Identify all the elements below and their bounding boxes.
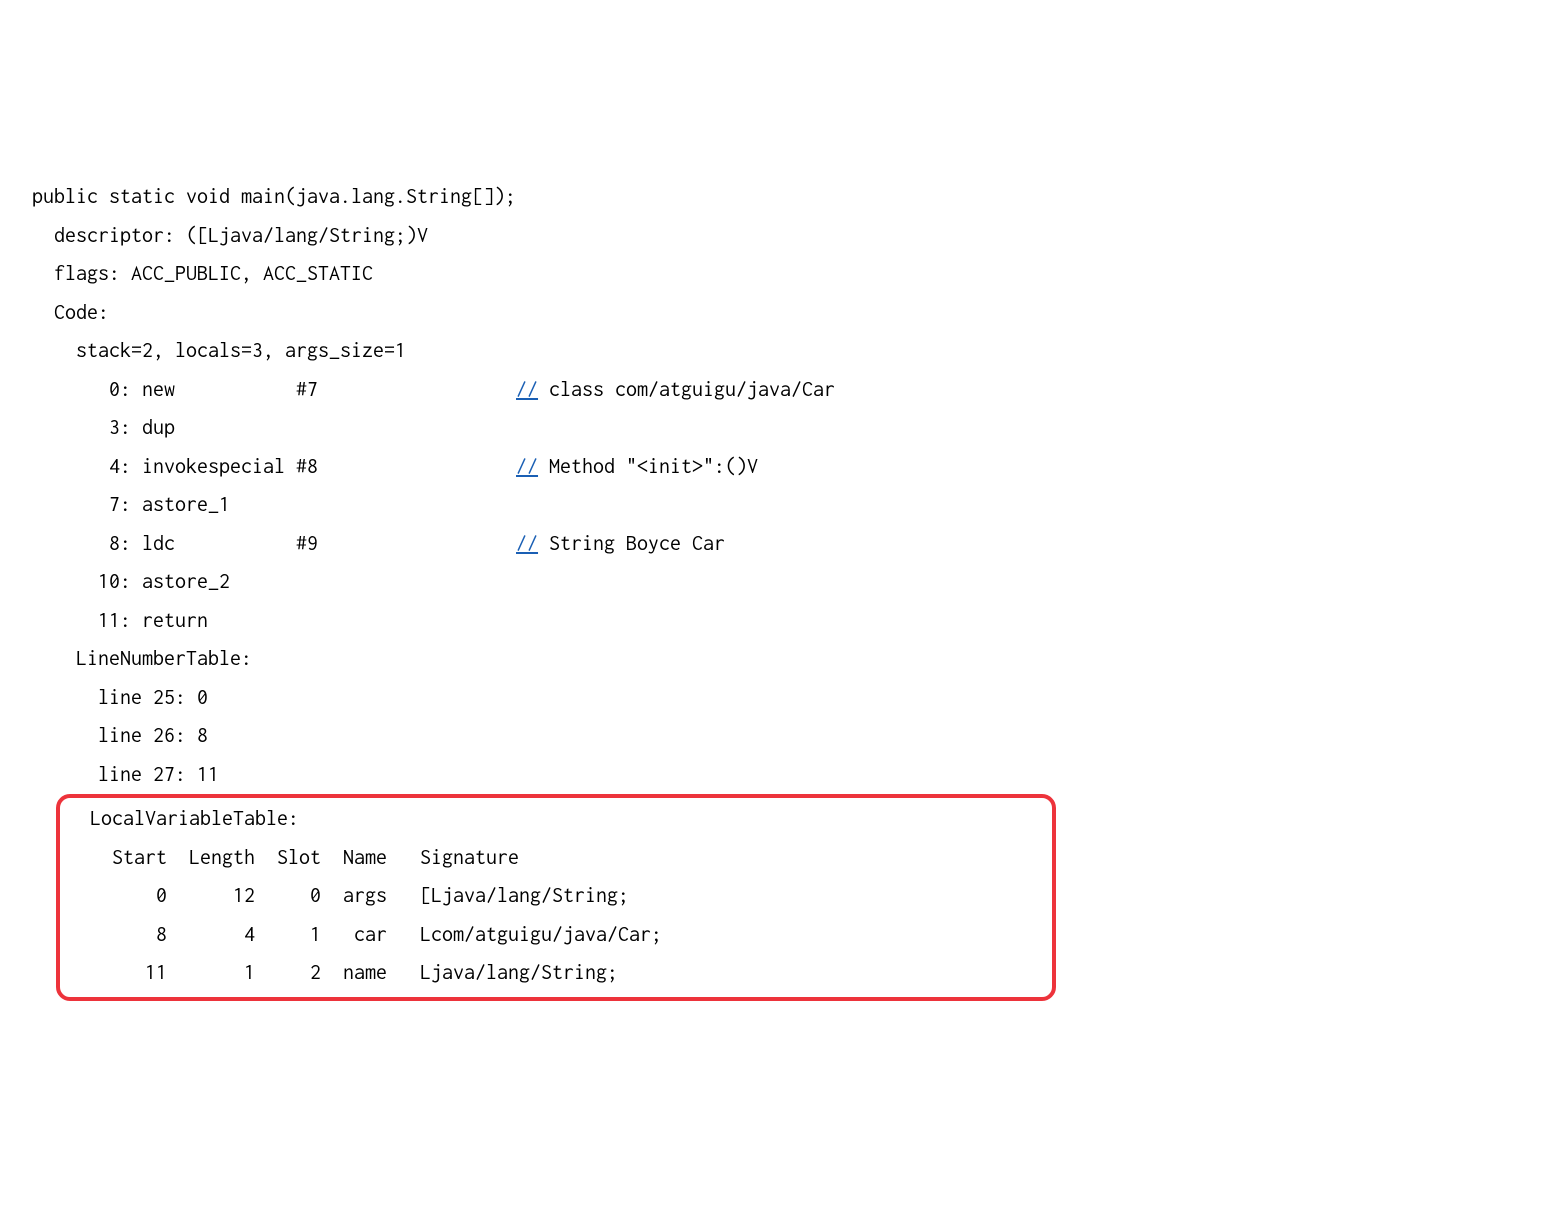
stack-line: stack=2, locals=3, args_size=1	[32, 332, 1524, 371]
instruction-prefix: 8: ldc #9	[32, 532, 516, 555]
local-variable-header: Start Length Slot Name Signature	[68, 839, 1044, 878]
local-variable-row: 8 4 1 car Lcom/atguigu/java/Car;	[68, 916, 1044, 955]
comment-slash: //	[516, 378, 538, 401]
flags-line: flags: ACC_PUBLIC, ACC_STATIC	[32, 255, 1524, 294]
descriptor-line: descriptor: ([Ljava/lang/String;)V	[32, 217, 1524, 256]
method-signature: public static void main(java.lang.String…	[32, 178, 1524, 217]
instruction-line: 8: ldc #9 // String Boyce Car	[32, 525, 1524, 564]
instruction-line: 0: new #7 // class com/atguigu/java/Car	[32, 371, 1524, 410]
instruction-line: 3: dup	[32, 409, 1524, 448]
local-variable-table-label: LocalVariableTable:	[68, 800, 1044, 839]
instruction-line: 10: astore_2	[32, 563, 1524, 602]
local-variable-row: 11 1 2 name Ljava/lang/String;	[68, 954, 1044, 993]
comment-slash: //	[516, 532, 538, 555]
comment-slash: //	[516, 455, 538, 478]
instruction-line: 11: return	[32, 602, 1524, 641]
local-variable-table-highlight: LocalVariableTable: Start Length Slot Na…	[56, 794, 1056, 1001]
instruction-line: 4: invokespecial #8 // Method "<init>":(…	[32, 448, 1524, 487]
line-number-entry: line 27: 11	[32, 756, 1524, 795]
code-label: Code:	[32, 294, 1524, 333]
instruction-line: 7: astore_1	[32, 486, 1524, 525]
line-number-table-label: LineNumberTable:	[32, 640, 1524, 679]
local-variable-row: 0 12 0 args [Ljava/lang/String;	[68, 877, 1044, 916]
line-number-entry: line 25: 0	[32, 679, 1524, 718]
instruction-prefix: 0: new #7	[32, 378, 516, 401]
comment-text: Method "<init>":()V	[538, 455, 758, 478]
instruction-prefix: 4: invokespecial #8	[32, 455, 516, 478]
line-number-entry: line 26: 8	[32, 717, 1524, 756]
comment-text: class com/atguigu/java/Car	[538, 378, 835, 401]
comment-text: String Boyce Car	[538, 532, 725, 555]
